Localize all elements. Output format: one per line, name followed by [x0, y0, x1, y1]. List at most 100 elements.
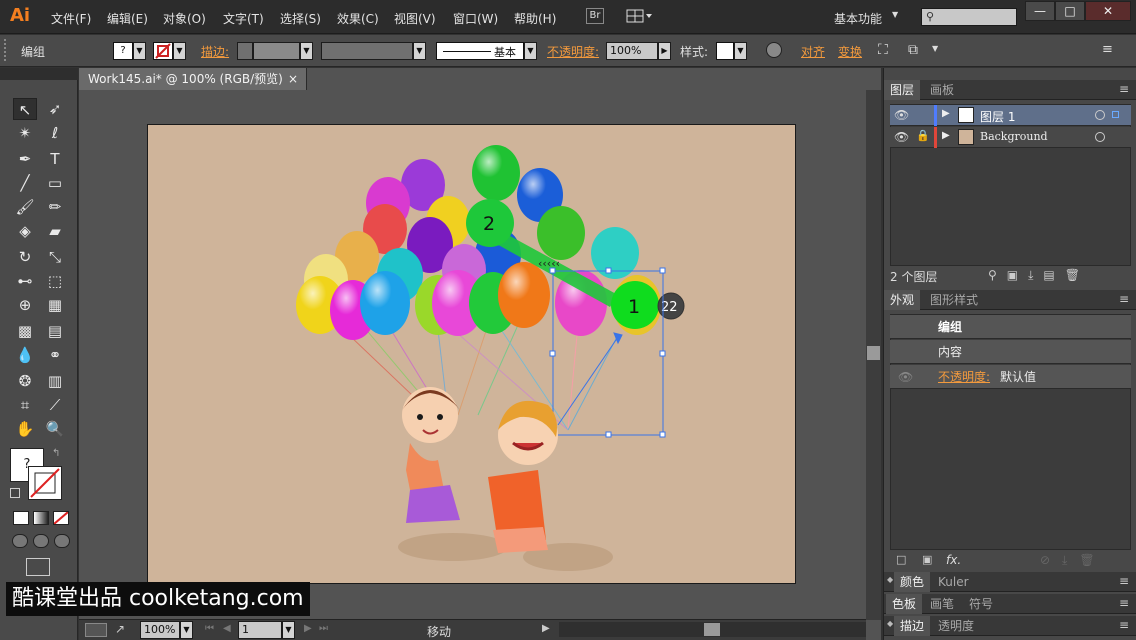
gradient-mode-icon[interactable] [33, 511, 49, 525]
blend-tool-icon[interactable]: ⚭ [43, 344, 67, 366]
menu-window[interactable]: 窗口(W) [453, 10, 498, 27]
balloon-illustration[interactable]: ‹‹‹‹‹ 2 1 22 [148, 125, 796, 584]
menu-type[interactable]: 文字(T) [223, 10, 264, 27]
perspective-grid-tool-icon[interactable]: ▦ [43, 294, 67, 316]
tab-stroke[interactable]: 描边 [894, 616, 931, 636]
first-artboard-icon[interactable]: ⏮ [205, 623, 214, 634]
maximize-button[interactable]: □ [1055, 1, 1085, 21]
tab-appearance[interactable]: 外观 [884, 290, 921, 310]
pen-tool-icon[interactable]: ✒ [13, 148, 37, 170]
line-segment-tool-icon[interactable]: ╱ [13, 172, 37, 194]
layer-row-2[interactable]: 👁 🔒 ▶ Background [890, 127, 1131, 148]
menu-select[interactable]: 选择(S) [280, 10, 321, 27]
stroke-dropdown[interactable]: ▼ [173, 42, 186, 60]
tab-color[interactable]: 颜色 [894, 572, 931, 592]
eraser-tool-icon[interactable]: ▰ [43, 220, 67, 242]
free-transform-tool-icon[interactable]: ⬚ [43, 270, 67, 292]
fill-dropdown[interactable]: ▼ [133, 42, 146, 60]
column-graph-tool-icon[interactable]: ▥ [43, 370, 67, 392]
layers-panel-menu-icon[interactable]: ≡ [1119, 82, 1129, 96]
share-icon[interactable]: ↗ [115, 622, 125, 636]
collapse-arrows-icon[interactable]: ◆ [887, 619, 893, 628]
arrange-documents-button[interactable] [626, 9, 652, 23]
symbol-sprayer-tool-icon[interactable]: ❂ [13, 370, 37, 392]
close-document-icon[interactable]: × [288, 68, 298, 90]
collapse-arrows-icon[interactable]: ◆ [887, 575, 893, 584]
menu-edit[interactable]: 编辑(E) [107, 10, 148, 27]
direct-selection-tool-icon[interactable]: ➶ [43, 98, 67, 120]
workspace-switcher[interactable]: 基本功能 [834, 10, 882, 27]
color-panel-menu-icon[interactable]: ≡ [1119, 574, 1129, 588]
gradient-tool-icon[interactable]: ▤ [43, 320, 67, 342]
rotate-tool-icon[interactable]: ↻ [13, 246, 37, 268]
paintbrush-tool-icon[interactable]: 🖌 [13, 196, 37, 218]
brush-dropdown[interactable]: ▼ [524, 42, 537, 60]
layer-row-1[interactable]: 👁 ▶ 图层 1 [890, 105, 1131, 126]
selection-tool-icon[interactable]: ↖ [13, 98, 37, 120]
lasso-tool-icon[interactable]: ℓ [43, 122, 67, 144]
draw-inside-icon[interactable] [54, 534, 70, 548]
zoom-tool-icon[interactable]: 🔍 [43, 418, 67, 440]
workspace-dropdown-icon[interactable]: ▼ [892, 10, 898, 19]
variable-width-dropdown[interactable]: ▼ [413, 42, 426, 60]
horizontal-scrollbar[interactable] [559, 622, 866, 637]
variable-width-profile[interactable] [321, 42, 413, 60]
appearance-footer-icons[interactable]: ⊘⤓🗑 [1040, 553, 1107, 568]
add-effect-button[interactable]: fx. [946, 553, 961, 567]
bridge-button[interactable]: Br [586, 8, 604, 24]
next-artboard-icon[interactable]: ▶ [304, 623, 312, 634]
appearance-title-row[interactable]: 编组 [890, 315, 1131, 339]
document-tab[interactable]: Work145.ai* @ 100% (RGB/预览) × [79, 68, 307, 90]
tab-layers[interactable]: 图层 [884, 80, 921, 100]
menu-effect[interactable]: 效果(C) [337, 10, 379, 27]
tab-artboards[interactable]: 画板 [924, 80, 960, 100]
visibility-eye-icon[interactable]: 👁 [894, 130, 909, 144]
stroke-weight-label[interactable]: 描边: [201, 43, 229, 60]
target-circle-icon[interactable] [1095, 132, 1105, 142]
close-window-button[interactable]: ✕ [1085, 1, 1131, 21]
eyedropper-tool-icon[interactable]: 💧 [13, 344, 37, 366]
expand-layer-icon[interactable]: ▶ [942, 108, 950, 119]
stroke-weight-input[interactable] [253, 42, 300, 60]
slice-tool-icon[interactable]: ⟋ [43, 394, 67, 416]
vertical-scroll-thumb[interactable] [867, 346, 880, 360]
swatches-panel-menu-icon[interactable]: ≡ [1119, 596, 1129, 610]
stroke-weight-stepper[interactable] [237, 42, 253, 60]
artboard[interactable]: ‹‹‹‹‹ 2 1 22 [147, 124, 796, 584]
draw-behind-icon[interactable] [33, 534, 49, 548]
artboard-number-input[interactable]: 1 [238, 621, 282, 639]
layers-footer-icons[interactable]: ⚲▣⤓▤🗑 [988, 268, 1090, 283]
align-link[interactable]: 对齐 [801, 43, 825, 60]
blob-brush-tool-icon[interactable]: ◈ [13, 220, 37, 242]
appearance-opacity-label[interactable]: 不透明度: [938, 365, 990, 389]
none-mode-icon[interactable] [53, 511, 69, 525]
draw-normal-icon[interactable] [12, 534, 28, 548]
menu-view[interactable]: 视图(V) [394, 10, 436, 27]
add-stroke-icon[interactable]: □ [896, 553, 906, 566]
menu-object[interactable]: 对象(O) [163, 10, 206, 27]
opacity-input[interactable]: 100% [606, 42, 658, 60]
stroke-panel-menu-icon[interactable]: ≡ [1119, 618, 1129, 632]
fill-swatch[interactable]: ? [113, 42, 133, 60]
expand-layer-icon[interactable]: ▶ [942, 130, 950, 141]
artboard-dropdown[interactable]: ▼ [282, 621, 295, 639]
appearance-panel-menu-icon[interactable]: ≡ [1119, 292, 1129, 306]
screen-mode-icon[interactable] [26, 558, 50, 576]
recolor-artwork-icon[interactable] [766, 42, 782, 58]
tab-symbols[interactable]: 符号 [963, 594, 999, 614]
minimize-button[interactable]: — [1025, 1, 1055, 21]
default-fill-stroke-icon[interactable] [10, 488, 20, 498]
opacity-dropdown[interactable]: ▶ [658, 42, 671, 60]
select-similar-dropdown-icon[interactable]: ▼ [932, 44, 938, 53]
artboard-tool-icon[interactable]: ⌗ [13, 394, 37, 416]
scale-tool-icon[interactable]: ⤡ [43, 246, 67, 268]
control-bar-grip[interactable] [4, 39, 8, 61]
lock-icon[interactable]: 🔒 [916, 129, 930, 142]
layer-name[interactable]: 图层 1 [980, 108, 1015, 125]
rectangle-tool-icon[interactable]: ▭ [43, 172, 67, 194]
type-tool-icon[interactable]: T [43, 148, 67, 170]
add-fill-icon[interactable]: ▣ [922, 553, 932, 566]
stroke-swatch[interactable] [153, 42, 173, 60]
stroke-weight-dropdown[interactable]: ▼ [300, 42, 313, 60]
magic-wand-tool-icon[interactable]: ✴ [13, 122, 37, 144]
